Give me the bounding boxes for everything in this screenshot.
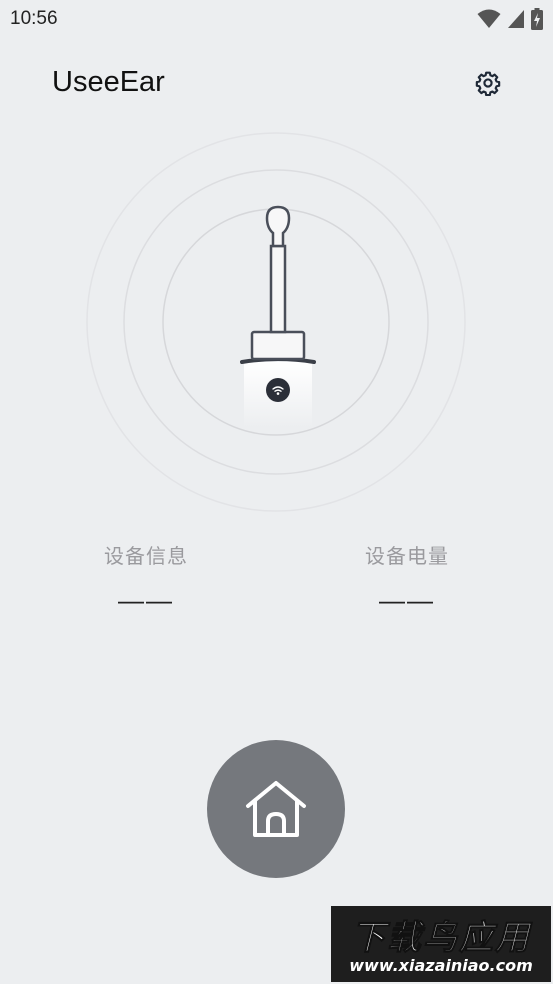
- device-info-block: 设备信息 ——: [46, 540, 246, 616]
- wifi-icon: [477, 9, 501, 28]
- watermark: 下载鸟应用 www.xiazainiao.com: [331, 906, 551, 982]
- gear-icon: [475, 71, 501, 96]
- status-icons: [477, 8, 543, 30]
- app-header: UseeEar: [0, 54, 553, 114]
- app-title: UseeEar: [52, 66, 165, 98]
- status-bar: 10:56: [0, 0, 553, 38]
- battery-value: ——: [379, 585, 435, 615]
- device-stage: [86, 130, 466, 514]
- device-illustration: [86, 132, 466, 512]
- home-button[interactable]: [207, 740, 345, 878]
- cell-signal-icon: [508, 10, 524, 28]
- wifi-icon: [272, 386, 284, 395]
- battery-charging-icon: [531, 8, 543, 30]
- settings-button[interactable]: [473, 68, 503, 98]
- status-time: 10:56: [10, 8, 58, 29]
- home-icon: [246, 781, 306, 837]
- device-info-label: 设备信息: [104, 544, 188, 568]
- battery-label: 设备电量: [365, 544, 449, 568]
- watermark-url: www.xiazainiao.com: [349, 956, 533, 975]
- device-info-value: ——: [118, 585, 174, 615]
- watermark-title: 下载鸟应用: [351, 918, 531, 959]
- battery-block: 设备电量 ——: [307, 540, 507, 616]
